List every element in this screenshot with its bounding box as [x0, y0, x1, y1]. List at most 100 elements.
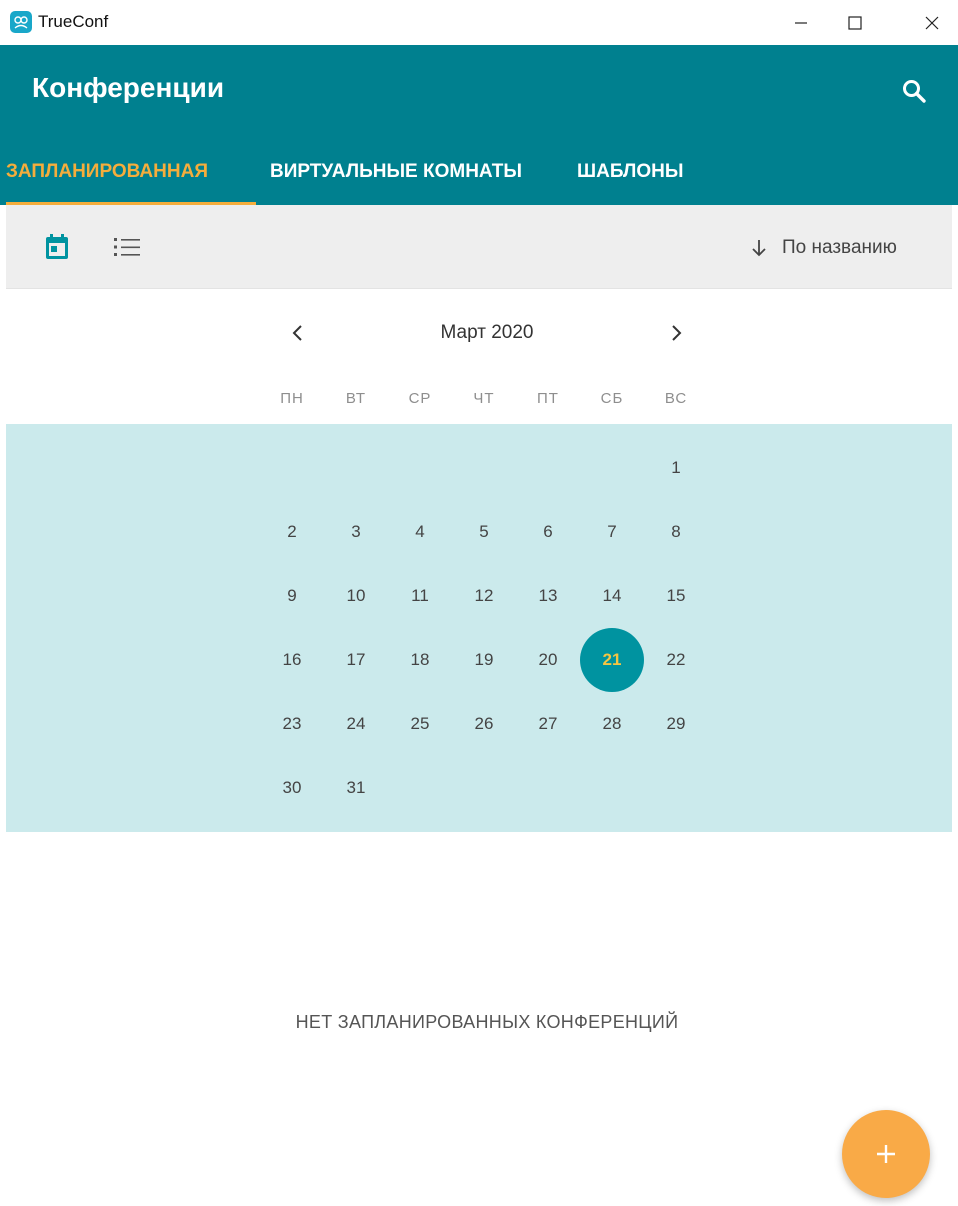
calendar-day[interactable]: 17 [324, 628, 388, 692]
calendar-day-number: 3 [351, 522, 361, 541]
calendar-day[interactable]: 22 [644, 628, 708, 692]
calendar-day-number: 16 [282, 650, 302, 669]
calendar-day-number: 14 [602, 586, 622, 605]
sort-label: По названию [782, 237, 897, 258]
tab-templates[interactable]: ШАБЛОНЫ [577, 139, 683, 205]
tab-bar: ЗАПЛАНИРОВАННАЯ ВИРТУАЛЬНЫЕ КОМНАТЫ ШАБЛ… [0, 139, 958, 205]
minimize-button[interactable] [778, 0, 824, 45]
add-conference-button[interactable] [842, 1110, 930, 1198]
calendar-day-number: 2 [287, 522, 297, 541]
calendar-day-selected[interactable]: 21 [580, 628, 644, 692]
calendar-day[interactable]: 7 [580, 500, 644, 564]
calendar-day-number: 7 [607, 522, 617, 541]
calendar-day[interactable]: 15 [644, 564, 708, 628]
calendar-grid: 1 2 3 4 5 6 7 8 9 10 11 12 13 14 15 16 17 18 19 20 21 22 23 24 2… [6, 424, 952, 832]
calendar-day[interactable]: 28 [580, 692, 644, 756]
weekday-label: СР [408, 390, 432, 407]
calendar-day[interactable]: 2 [260, 500, 324, 564]
calendar-day[interactable]: 13 [516, 564, 580, 628]
calendar-day-number: 1 [671, 458, 681, 477]
calendar-day[interactable]: 10 [324, 564, 388, 628]
search-button[interactable] [890, 67, 938, 115]
calendar-day[interactable]: 12 [452, 564, 516, 628]
calendar-icon [46, 234, 68, 259]
calendar-day[interactable]: 1 [644, 436, 708, 500]
calendar-day-number: 5 [479, 522, 489, 541]
calendar-day-number: 13 [538, 586, 558, 605]
search-icon [903, 80, 926, 103]
calendar-day[interactable]: 3 [324, 500, 388, 564]
window-title: TrueConf [38, 12, 109, 31]
calendar-day-number: 6 [543, 522, 553, 541]
calendar-day[interactable]: 19 [452, 628, 516, 692]
weekday-row: ПН ВТ СР ЧТ ПТ СБ ВС [260, 390, 708, 412]
calendar-day[interactable]: 23 [260, 692, 324, 756]
calendar-day[interactable]: 5 [452, 500, 516, 564]
weekday-label: СБ [600, 390, 624, 407]
calendar-day-number: 20 [538, 650, 558, 669]
calendar-day[interactable]: 24 [324, 692, 388, 756]
maximize-button[interactable] [832, 0, 878, 45]
calendar-day[interactable]: 4 [388, 500, 452, 564]
calendar-day-number: 19 [474, 650, 494, 669]
calendar-day[interactable]: 11 [388, 564, 452, 628]
calendar-day[interactable]: 6 [516, 500, 580, 564]
weekday-label: ПТ [537, 390, 559, 407]
calendar-day[interactable]: 16 [260, 628, 324, 692]
tab-scheduled[interactable]: ЗАПЛАНИРОВАННАЯ [6, 139, 256, 205]
list-icon [114, 238, 140, 256]
calendar-day-number: 8 [671, 522, 681, 541]
empty-state-message: НЕТ ЗАПЛАНИРОВАННЫХ КОНФЕРЕНЦИЙ [295, 1012, 679, 1032]
calendar-day[interactable]: 8 [644, 500, 708, 564]
calendar-day-number: 11 [411, 586, 429, 605]
close-button[interactable] [909, 0, 955, 45]
minimize-icon [795, 21, 807, 24]
calendar-day-number: 17 [346, 650, 366, 669]
calendar-view-button[interactable] [40, 230, 74, 264]
weekday-label: ВТ [345, 390, 367, 407]
sort-button[interactable]: По названию [750, 232, 897, 264]
calendar-day[interactable]: 27 [516, 692, 580, 756]
view-toolbar: По названию [6, 205, 952, 289]
calendar-day-number: 10 [346, 586, 366, 605]
calendar-day[interactable]: 30 [260, 756, 324, 820]
previous-month-button[interactable] [280, 315, 316, 351]
maximize-icon [848, 15, 862, 30]
next-month-button[interactable] [658, 315, 694, 351]
calendar-day-number: 25 [410, 714, 430, 733]
calendar-day-number: 27 [538, 714, 558, 733]
calendar-day-number: 28 [602, 714, 622, 733]
app-header: Конференции ЗАПЛАНИРОВАННАЯ ВИРТУАЛЬНЫЕ … [0, 45, 958, 206]
calendar-day-number: 23 [282, 714, 302, 733]
calendar-month-label: Март 2020 [440, 322, 534, 343]
calendar-day-number: 24 [346, 714, 366, 733]
calendar-day-number: 12 [474, 586, 494, 605]
close-icon [925, 16, 939, 29]
calendar-day[interactable]: 9 [260, 564, 324, 628]
calendar-day[interactable]: 14 [580, 564, 644, 628]
page-title: Конференции [32, 72, 225, 103]
calendar-day[interactable]: 31 [324, 756, 388, 820]
window-titlebar: TrueConf [0, 0, 958, 45]
list-view-button[interactable] [110, 230, 144, 264]
calendar-day-number: 15 [666, 586, 686, 605]
calendar-day-number: 18 [410, 650, 430, 669]
calendar-day-number: 9 [287, 586, 297, 605]
plus-icon [877, 1145, 895, 1163]
trueconf-logo-icon [10, 11, 32, 33]
calendar-day-number: 26 [474, 714, 494, 733]
tab-virtual-rooms[interactable]: ВИРТУАЛЬНЫЕ КОМНАТЫ [270, 139, 522, 205]
weekday-label: ЧТ [473, 390, 495, 407]
calendar-day-number: 30 [282, 778, 302, 797]
calendar-day[interactable]: 20 [516, 628, 580, 692]
calendar-day-number: 29 [666, 714, 686, 733]
weekday-label: ПН [280, 390, 304, 407]
calendar-day[interactable]: 29 [644, 692, 708, 756]
calendar-header: Март 2020 [0, 315, 958, 355]
arrow-down-icon [752, 240, 766, 257]
calendar-day[interactable]: 26 [452, 692, 516, 756]
calendar-day[interactable]: 25 [388, 692, 452, 756]
chevron-left-icon [292, 325, 302, 341]
calendar-day-number: 31 [346, 778, 366, 797]
calendar-day[interactable]: 18 [388, 628, 452, 692]
